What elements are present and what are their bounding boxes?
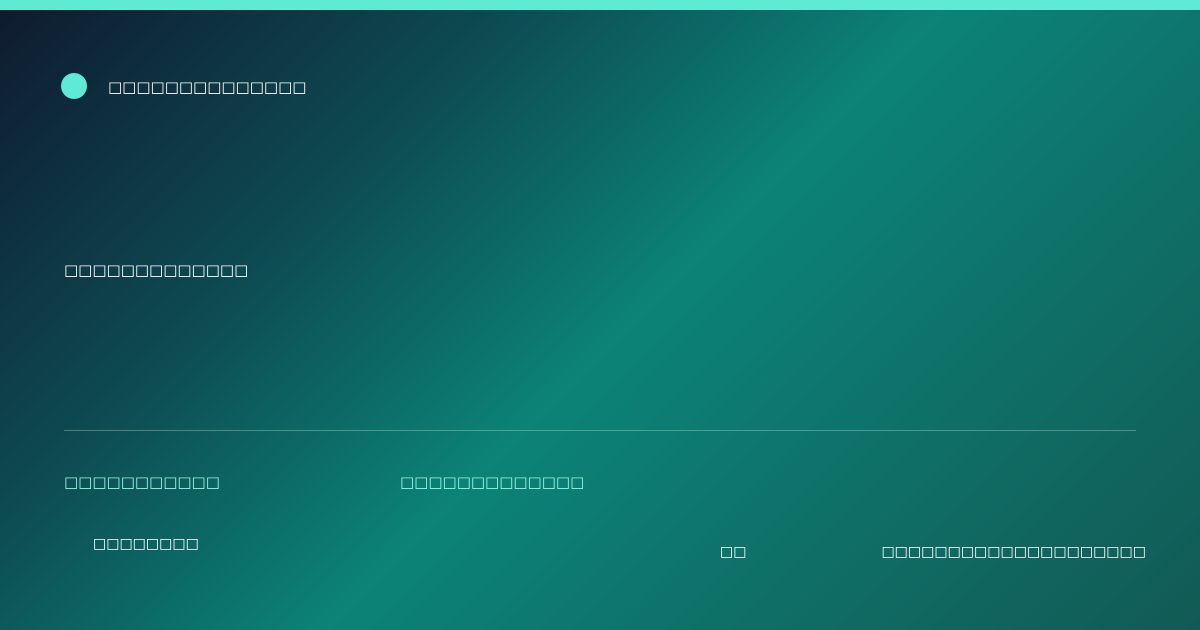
top-accent-bar bbox=[0, 0, 1200, 10]
headline: □□□□□□□□□□□□□ bbox=[64, 261, 249, 279]
footer-middle-text: □□ bbox=[720, 544, 747, 560]
meta-left: □□□□□□□□□□□ bbox=[64, 473, 220, 491]
meta-right: □□□□□□□□□□□□□ bbox=[400, 473, 585, 491]
footer-right-text: □□□□□□□□□□□□□□□□□□□□ bbox=[881, 544, 1146, 560]
brand-logo-dot-icon bbox=[61, 73, 87, 99]
tag-label: □□□□□□□□ bbox=[93, 536, 199, 552]
divider bbox=[64, 430, 1136, 431]
brand-name: □□□□□□□□□□□□□□ bbox=[108, 78, 307, 96]
